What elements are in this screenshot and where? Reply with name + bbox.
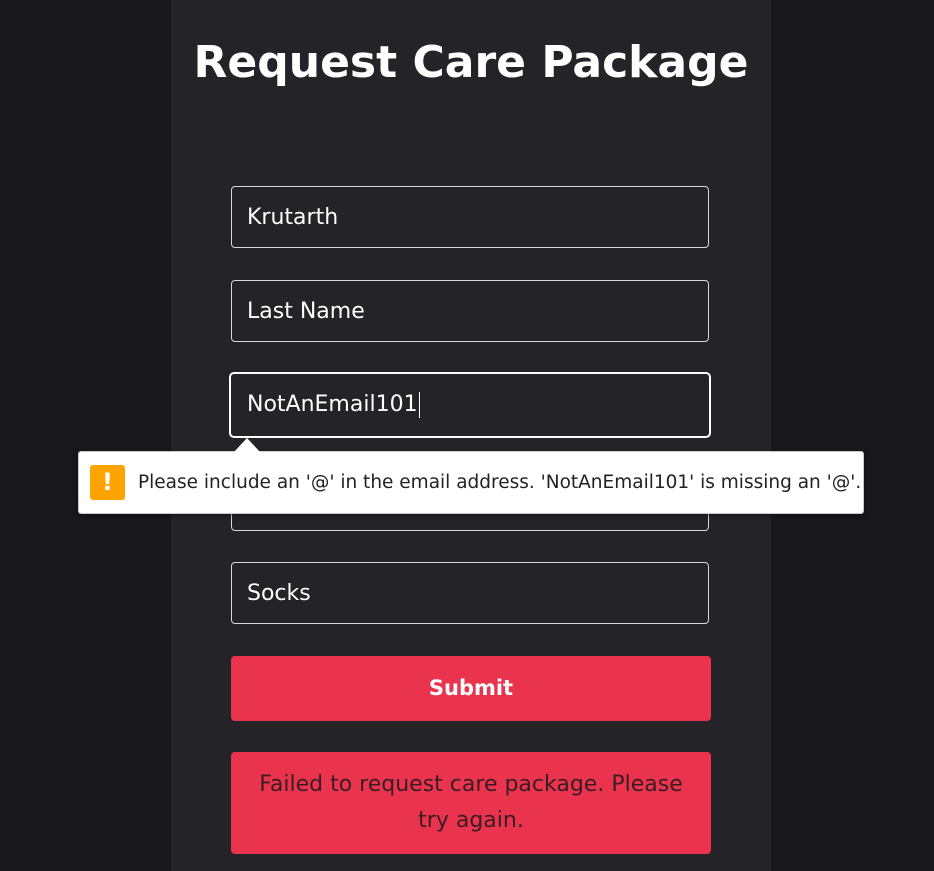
email-value: NotAnEmail101 <box>247 392 418 417</box>
tooltip-arrow <box>234 438 260 452</box>
validation-tooltip: ! Please include an '@' in the email add… <box>78 451 864 514</box>
first-name-field[interactable]: Krutarth <box>231 186 709 248</box>
page-title: Request Care Package <box>193 37 749 88</box>
item-field[interactable]: Socks <box>231 562 709 624</box>
first-name-value: Krutarth <box>247 205 339 230</box>
last-name-field[interactable]: Last Name <box>231 280 709 342</box>
error-message: Failed to request care package. Please t… <box>231 752 711 854</box>
text-caret <box>418 392 420 418</box>
item-value: Socks <box>247 581 311 606</box>
form-card: Request Care Package Krutarth Last Name … <box>171 0 771 871</box>
email-field[interactable]: NotAnEmail101 <box>229 372 711 438</box>
page: Request Care Package Krutarth Last Name … <box>0 0 934 871</box>
submit-button[interactable]: Submit <box>231 656 711 721</box>
warning-icon: ! <box>90 465 125 500</box>
validation-message: Please include an '@' in the email addre… <box>138 472 862 493</box>
last-name-placeholder: Last Name <box>247 299 365 324</box>
